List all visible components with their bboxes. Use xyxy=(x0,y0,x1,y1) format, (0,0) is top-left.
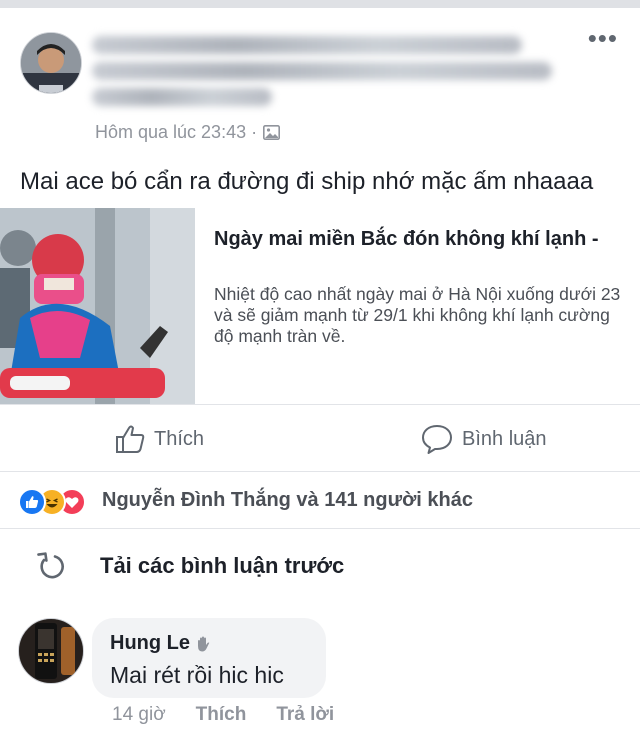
comment-time: 14 giờ xyxy=(112,704,166,725)
post-time-text: Hôm qua lúc 23:43 · xyxy=(95,122,258,142)
comment-reply-link[interactable]: Trả lời xyxy=(276,704,334,726)
shared-link-card[interactable]: Ngày mai miền Bắc đón không khí lạnh - N… xyxy=(0,208,640,405)
reactions-summary[interactable]: Nguyễn Đình Thắng và 141 người khác xyxy=(0,472,640,529)
link-thumbnail xyxy=(0,208,195,404)
link-thumbnail-image xyxy=(0,208,195,404)
commenter-avatar[interactable] xyxy=(18,618,84,684)
waving-hand-icon xyxy=(198,636,210,651)
comment-bubble-icon xyxy=(422,425,452,454)
like-button[interactable]: Thích xyxy=(114,423,204,455)
load-previous-label: Tải các bình luận trước xyxy=(100,553,345,578)
comment-author[interactable]: Hung Le xyxy=(110,632,212,655)
poster-avatar[interactable] xyxy=(20,32,82,94)
more-options-button[interactable]: ••• xyxy=(588,25,618,51)
reactions-text: Nguyễn Đình Thắng và 141 người khác xyxy=(102,488,473,511)
comment-button-label: Bình luận xyxy=(462,427,547,450)
comment-button[interactable]: Bình luận xyxy=(420,423,547,455)
commenter-avatar-image xyxy=(19,619,83,683)
top-divider xyxy=(0,0,640,8)
comment-bubble: Hung Le Mai rét rồi hic hic xyxy=(92,618,326,698)
post-action-bar: Thích Bình luận xyxy=(0,405,640,472)
refresh-arrow-icon xyxy=(37,552,64,579)
comment-meta: 14 giờ Thích Trả lời xyxy=(112,704,334,726)
like-button-label: Thích xyxy=(154,427,205,450)
load-previous-comments[interactable]: Tải các bình luận trước xyxy=(0,540,640,592)
blurred-poster-name xyxy=(92,28,562,118)
comment-like-link[interactable]: Thích xyxy=(196,704,247,726)
post-status-text: Mai ace bó cẩn ra đường đi ship nhớ mặc … xyxy=(20,168,594,195)
comment-author-name: Hung Le xyxy=(110,632,190,654)
like-reaction-icon xyxy=(18,488,46,516)
post-header: ••• Hôm qua lúc 23:43 · xyxy=(0,8,640,148)
link-description: Nhiệt độ cao nhất ngày mai ở Hà Nội xuốn… xyxy=(214,284,621,346)
post-timestamp: Hôm qua lúc 23:43 · xyxy=(95,122,281,143)
reaction-icons xyxy=(18,486,96,516)
poster-avatar-image xyxy=(21,33,81,93)
link-title[interactable]: Ngày mai miền Bắc đón không khí lạnh - xyxy=(214,228,599,251)
comment-text: Mai rét rồi hic hic xyxy=(110,662,284,688)
thumbs-up-icon xyxy=(116,425,145,453)
photo-privacy-icon xyxy=(263,125,281,140)
